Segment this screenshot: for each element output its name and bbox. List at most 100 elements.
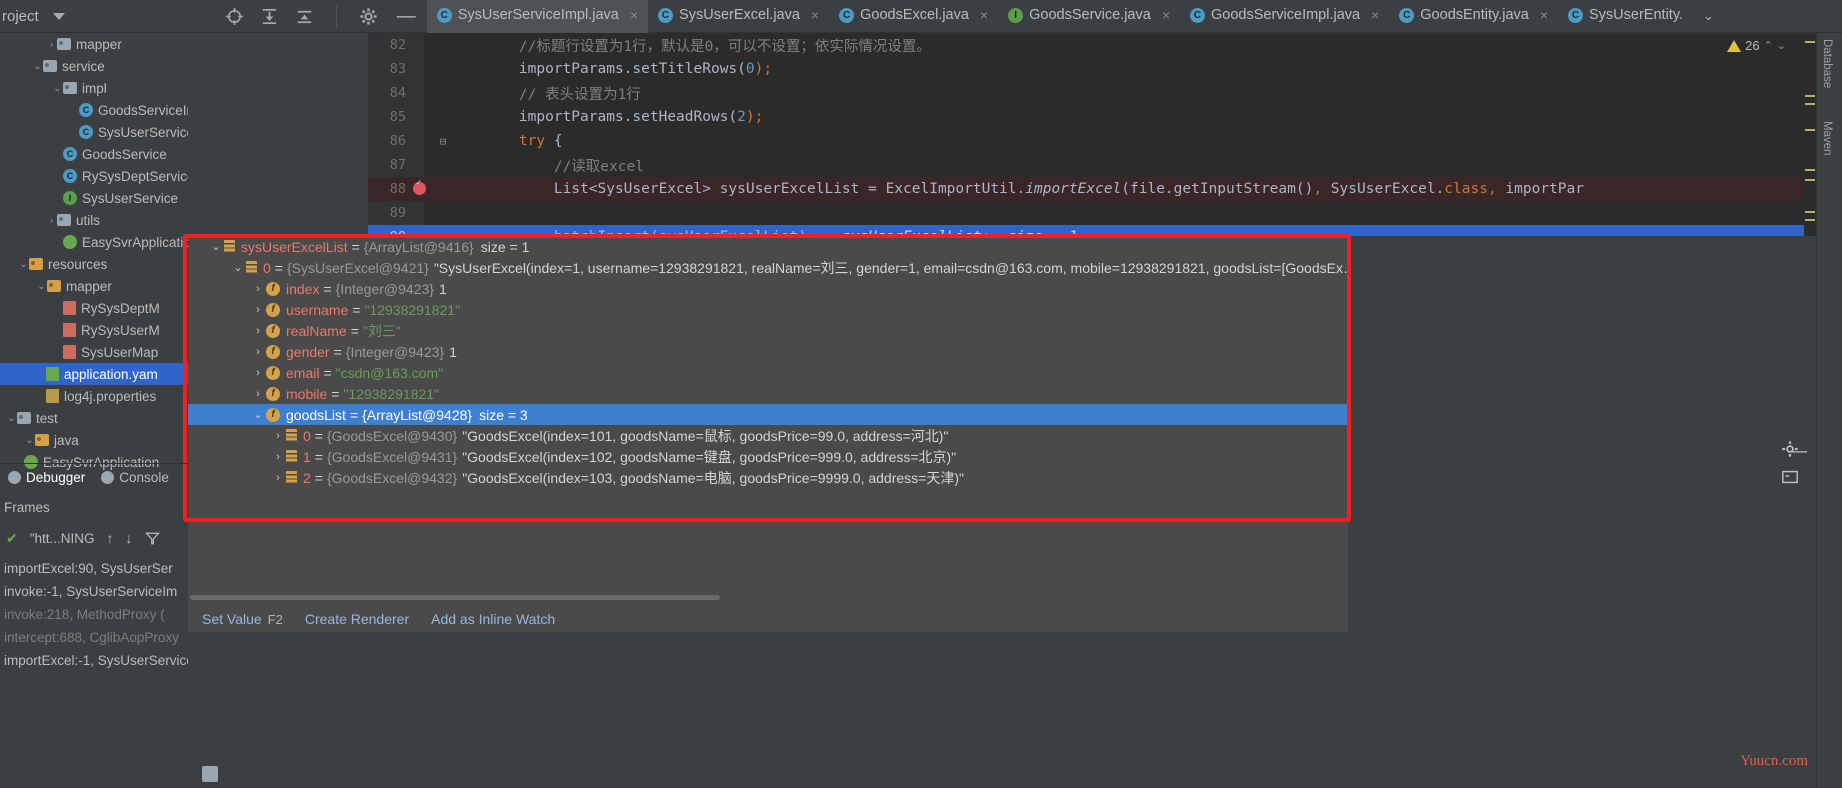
chevron-down-icon[interactable]: ⌄: [1777, 39, 1786, 52]
inspection-status[interactable]: 26 ⌃ ⌄: [1727, 38, 1786, 53]
set-value-action[interactable]: Set Value F2: [202, 611, 283, 627]
tree-item-goodsserviceimpl[interactable]: C GoodsServiceImpl: [0, 99, 188, 121]
arrow-down-icon[interactable]: ↓: [126, 530, 133, 546]
tree-item-sysuserserviceimpl[interactable]: C SysUserServiceImpl: [0, 121, 188, 143]
editor-tab-2[interactable]: C GoodsExcel.java ×: [829, 0, 998, 33]
tree-item-mapper[interactable]: › mapper: [0, 33, 188, 55]
variables-horizontal-scrollbar[interactable]: [190, 595, 720, 600]
tab-debugger[interactable]: Debugger: [0, 470, 93, 485]
tree-item-rysysusermapper-xml[interactable]: RySysUserM: [0, 319, 188, 341]
code-line-87[interactable]: 87 //读取excel: [368, 153, 1842, 177]
breakpoint-gutter[interactable]: [410, 129, 432, 153]
tabs-overflow-chevron-icon[interactable]: ⌄: [1693, 8, 1724, 24]
frame-row-4[interactable]: importExcel:-1, SysUserService: [0, 649, 194, 672]
twisty-icon[interactable]: ⌄: [24, 435, 35, 446]
breakpoint-icon[interactable]: [413, 178, 426, 195]
breakpoint-gutter[interactable]: [410, 153, 432, 177]
variable-row-username[interactable]: › f username = "12938291821": [188, 299, 1348, 320]
project-view-label[interactable]: roject: [0, 8, 39, 25]
twisty-icon[interactable]: ›: [46, 39, 57, 50]
variable-row-sysuserexcellist[interactable]: ⌄ sysUserExcelList = {ArrayList@9416} si…: [188, 236, 1348, 257]
hide-panel-icon[interactable]: —: [1785, 442, 1810, 461]
project-tree-panel[interactable]: › mapper ⌄ service ⌄ impl C GoodsService…: [0, 33, 188, 788]
code-line-83[interactable]: 83 importParams.setTitleRows(0);: [368, 57, 1842, 81]
twisty-icon[interactable]: ›: [46, 215, 57, 226]
twisty-icon[interactable]: ›: [250, 325, 266, 337]
twisty-icon[interactable]: ›: [250, 283, 266, 295]
close-icon[interactable]: ×: [1371, 7, 1379, 23]
code-line-85[interactable]: 85 importParams.setHeadRows(2);: [368, 105, 1842, 129]
tree-item-resources-mapper[interactable]: ⌄ mapper: [0, 275, 188, 297]
thread-selector[interactable]: "htt...NING: [30, 531, 95, 546]
breakpoint-gutter[interactable]: [410, 81, 432, 105]
tree-item-easysvrapplication[interactable]: EasySvrApplication: [0, 231, 188, 253]
twisty-icon[interactable]: ⌄: [32, 61, 43, 72]
editor-tab-1[interactable]: C SysUserExcel.java ×: [648, 0, 829, 33]
variable-row-email[interactable]: › f email = "csdn@163.com": [188, 362, 1348, 383]
code-line-88[interactable]: 88 List<SysUserExcel> sysUserExcelList =…: [368, 177, 1842, 201]
frame-row-2[interactable]: invoke:218, MethodProxy (: [0, 603, 188, 626]
collapse-all-icon[interactable]: [295, 7, 314, 26]
chevron-down-icon[interactable]: [52, 12, 65, 20]
arrow-up-icon[interactable]: ↑: [107, 530, 114, 546]
filter-icon[interactable]: [144, 531, 160, 546]
chevron-up-icon[interactable]: ⌃: [1764, 39, 1773, 52]
twisty-icon[interactable]: ›: [270, 472, 286, 484]
tree-item-application-yaml[interactable]: application.yam: [0, 363, 188, 385]
variable-row-index[interactable]: › f index = {Integer@9423} 1: [188, 278, 1348, 299]
breakpoint-gutter[interactable]: [410, 57, 432, 81]
editor-tab-3[interactable]: I GoodsService.java ×: [998, 0, 1180, 33]
close-icon[interactable]: ×: [980, 7, 988, 23]
code-line-89[interactable]: 89: [368, 201, 1842, 225]
variable-row-realname[interactable]: › f realName = "刘三": [188, 320, 1348, 341]
editor-tab-4[interactable]: C GoodsServiceImpl.java ×: [1180, 0, 1389, 33]
code-editor[interactable]: 82 //标题行设置为1行，默认是0，可以不设置；依实际情况设置。 83 imp…: [368, 33, 1842, 236]
close-icon[interactable]: ×: [1540, 7, 1548, 23]
variable-row-goodslist[interactable]: ⌄ f goodsList = {ArrayList@9428} size = …: [188, 404, 1348, 425]
tree-item-rysysdeptservice[interactable]: C RySysDeptService: [0, 165, 188, 187]
variable-row-0-sysuserexcel[interactable]: ⌄ 0 = {SysUserExcel@9421} "SysUserExcel(…: [188, 257, 1348, 278]
frame-row-1[interactable]: invoke:-1, SysUserServiceIm: [0, 580, 188, 603]
twisty-icon[interactable]: ›: [250, 346, 266, 358]
twisty-icon[interactable]: ⌄: [36, 281, 47, 292]
fold-marker-icon[interactable]: ⊟: [432, 135, 454, 148]
tree-item-rysysdeptmapper-xml[interactable]: RySysDeptM: [0, 297, 188, 319]
tree-item-sysusermapper-xml[interactable]: SysUserMap: [0, 341, 188, 363]
tree-item-goodsservice[interactable]: C GoodsService: [0, 143, 188, 165]
frame-row-0[interactable]: importExcel:90, SysUserSer: [0, 557, 188, 580]
close-icon[interactable]: ×: [1162, 7, 1170, 23]
tab-console[interactable]: Console: [93, 470, 177, 485]
add-inline-watch-action[interactable]: Add as Inline Watch: [431, 611, 555, 627]
twisty-icon[interactable]: ›: [250, 367, 266, 379]
debugger-variables-panel[interactable]: ⌄ sysUserExcelList = {ArrayList@9416} si…: [188, 236, 1348, 632]
code-line-82[interactable]: 82 //标题行设置为1行，默认是0，可以不设置；依实际情况设置。: [368, 33, 1842, 57]
breakpoint-gutter[interactable]: [410, 33, 432, 57]
twisty-icon[interactable]: ›: [250, 388, 266, 400]
variable-row-gender[interactable]: › f gender = {Integer@9423} 1: [188, 341, 1348, 362]
code-line-86[interactable]: 86 ⊟ try {: [368, 129, 1842, 153]
twisty-icon[interactable]: ⌄: [250, 408, 266, 421]
variable-row-goods-1[interactable]: › 1 = {GoodsExcel@9431} "GoodsExcel(inde…: [188, 446, 1348, 467]
twisty-icon[interactable]: ⌄: [52, 83, 63, 94]
variable-row-goods-0[interactable]: › 0 = {GoodsExcel@9430} "GoodsExcel(inde…: [188, 425, 1348, 446]
twisty-icon[interactable]: ›: [270, 430, 286, 442]
breakpoint-gutter[interactable]: [410, 105, 432, 129]
twisty-icon[interactable]: ⌄: [6, 413, 17, 424]
variable-row-mobile[interactable]: › f mobile = "12938291821": [188, 383, 1348, 404]
expand-all-icon[interactable]: [260, 7, 279, 26]
breakpoint-gutter[interactable]: [410, 225, 432, 236]
gear-icon[interactable]: [359, 7, 378, 26]
variable-row-goods-2[interactable]: › 2 = {GoodsExcel@9432} "GoodsExcel(inde…: [188, 467, 1348, 488]
tree-item-test-java[interactable]: ⌄ java: [0, 429, 188, 451]
tree-item-service[interactable]: ⌄ service: [0, 55, 188, 77]
editor-tab-6[interactable]: C SysUserEntity.: [1558, 0, 1693, 33]
editor-tab-0[interactable]: C SysUserServiceImpl.java ×: [426, 0, 649, 33]
twisty-icon[interactable]: ⌄: [18, 259, 29, 270]
close-icon[interactable]: ×: [811, 7, 819, 23]
twisty-icon[interactable]: ›: [270, 451, 286, 463]
restore-layout-icon[interactable]: [202, 766, 218, 782]
tree-item-resources[interactable]: ⌄ resources: [0, 253, 188, 275]
code-line-84[interactable]: 84 // 表头设置为1行: [368, 81, 1842, 105]
hide-icon[interactable]: —: [394, 7, 419, 26]
editor-marker-rail[interactable]: [1804, 33, 1816, 236]
